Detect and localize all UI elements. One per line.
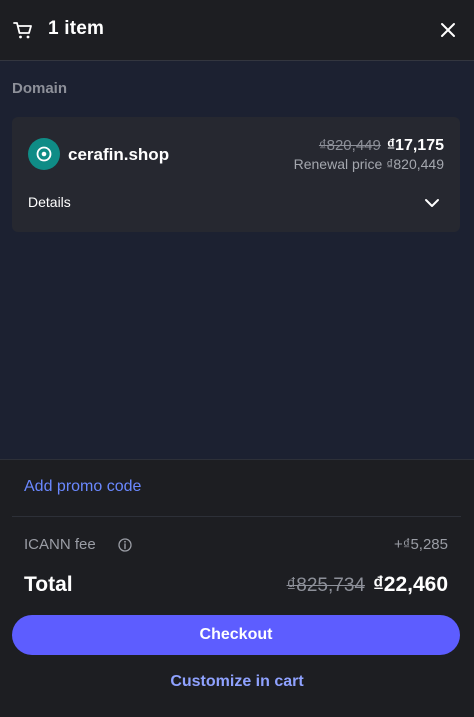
cart-icon	[13, 22, 32, 39]
icann-fee-label: ICANN fee	[24, 536, 96, 553]
domain-target-icon	[28, 138, 60, 170]
renewal-price: Renewal price ₫820,449	[293, 156, 444, 172]
domain-card: cerafin.shop ₫820,449 ₫17,175 Renewal pri…	[12, 117, 460, 232]
domain-new-price: ₫17,175	[386, 137, 444, 154]
cart-title: 1 item	[48, 18, 105, 39]
cart-footer: Add promo code ICANN fee +₫5,285 Total ₫…	[0, 459, 474, 717]
cart-items-area: Domain cerafin.shop ₫820,449 ₫17,175 Rene…	[0, 61, 474, 459]
total-old-price: ₫825,734	[286, 575, 365, 596]
checkout-button[interactable]: Checkout	[12, 615, 460, 655]
total-label: Total	[24, 573, 73, 596]
divider	[12, 516, 461, 517]
info-icon[interactable]	[118, 538, 132, 552]
total-price: ₫825,734 ₫22,460	[287, 573, 448, 597]
domain-old-price: ₫820,449	[318, 137, 381, 154]
total-new-price: ₫22,460	[372, 573, 448, 596]
cart-header: 1 item	[0, 0, 474, 61]
section-label-domain: Domain	[12, 80, 68, 97]
close-icon[interactable]	[438, 20, 458, 40]
icann-fee-value: +₫5,285	[394, 536, 448, 553]
domain-name: cerafin.shop	[68, 145, 170, 164]
add-promo-code-link[interactable]: Add promo code	[24, 478, 141, 496]
customize-in-cart-link[interactable]: Customize in cart	[0, 673, 474, 691]
domain-price: ₫820,449 ₫17,175	[319, 137, 444, 155]
chevron-down-icon[interactable]	[424, 195, 440, 211]
details-toggle-label[interactable]: Details	[28, 194, 71, 210]
